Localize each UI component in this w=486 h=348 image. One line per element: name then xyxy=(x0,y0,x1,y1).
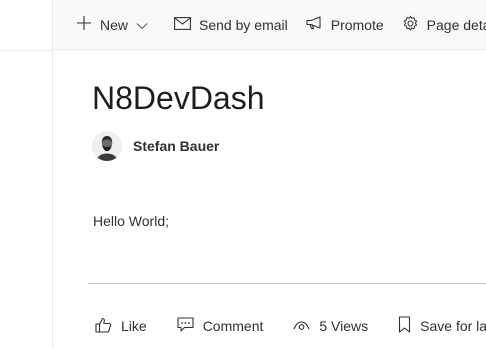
like-button[interactable]: Like xyxy=(95,317,147,336)
body-text: Hello World; xyxy=(93,213,169,229)
like-label: Like xyxy=(121,318,147,334)
social-bar: Like Comment 5 Views Save for later xyxy=(95,316,486,336)
divider xyxy=(88,283,486,284)
new-label: New xyxy=(100,16,129,33)
eye-icon xyxy=(293,318,319,334)
views-label: 5 Views xyxy=(319,318,369,334)
chevron-down-icon[interactable] xyxy=(136,17,156,33)
gear-icon xyxy=(402,15,427,35)
sharepoint-page: New Send by email Promote Page det N8Dev… xyxy=(0,0,486,348)
thumbs-up-icon xyxy=(95,317,121,336)
mail-icon xyxy=(174,16,199,33)
author-byline[interactable]: Stefan Bauer xyxy=(92,131,219,161)
left-navigation-header xyxy=(0,0,52,51)
page-details-button[interactable]: Page details xyxy=(402,15,486,35)
megaphone-icon xyxy=(306,16,331,33)
save-for-later-button[interactable]: Save for later xyxy=(398,316,486,336)
views-count: 5 Views xyxy=(293,318,368,334)
left-navigation xyxy=(0,0,53,348)
avatar[interactable] xyxy=(92,131,122,161)
command-bar: New Send by email Promote Page det xyxy=(53,0,486,50)
comment-button[interactable]: Comment xyxy=(177,317,264,335)
bookmark-icon xyxy=(398,316,420,336)
send-by-email-label: Send by email xyxy=(199,16,288,33)
author-name[interactable]: Stefan Bauer xyxy=(133,138,219,154)
new-button[interactable]: New xyxy=(76,15,156,34)
page-title: N8DevDash xyxy=(92,80,265,116)
page-details-label: Page details xyxy=(426,16,486,33)
save-for-later-label: Save for later xyxy=(420,318,486,334)
send-by-email-button[interactable]: Send by email xyxy=(174,17,288,33)
comment-label: Comment xyxy=(202,318,264,334)
promote-label: Promote xyxy=(330,16,384,33)
plus-icon xyxy=(76,15,100,34)
promote-button[interactable]: Promote xyxy=(306,16,384,33)
comment-icon xyxy=(177,317,203,335)
